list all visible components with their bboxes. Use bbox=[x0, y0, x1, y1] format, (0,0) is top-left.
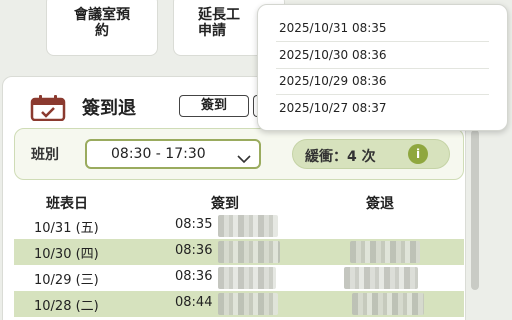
table-row[interactable]: 10/30 (四) 08:36 bbox=[14, 239, 464, 265]
scrollbar[interactable] bbox=[471, 130, 479, 290]
history-item[interactable]: 2025/10/29 08:36 bbox=[279, 74, 387, 88]
table-row[interactable]: 10/28 (二) 08:44 bbox=[14, 291, 464, 317]
divider bbox=[276, 94, 489, 95]
info-icon[interactable]: i bbox=[408, 144, 428, 164]
row-date: 10/31 (五) bbox=[34, 221, 99, 236]
column-header-checkout: 簽退 bbox=[366, 196, 394, 212]
shift-label: 班別 bbox=[31, 147, 59, 163]
shift-select[interactable]: 08:30 - 17:30 bbox=[85, 139, 261, 169]
redacted-checkout bbox=[352, 293, 424, 315]
buffer-badge: 緩衝：4 次 i bbox=[292, 139, 450, 169]
row-date: 10/29 (三) bbox=[34, 273, 99, 288]
section-title: 簽到退 bbox=[82, 98, 136, 119]
history-item[interactable]: 2025/10/31 08:35 bbox=[279, 21, 387, 35]
divider bbox=[276, 41, 489, 42]
checkin-history-dropdown: 2025/10/31 08:35 2025/10/30 08:36 2025/1… bbox=[257, 4, 508, 131]
row-checkin: 08:36 bbox=[175, 243, 213, 258]
column-header-date: 班表日 bbox=[46, 196, 88, 212]
redacted-checkin-seconds bbox=[218, 215, 278, 237]
buffer-label: 緩衝：4 次 bbox=[305, 149, 376, 165]
row-checkin: 08:36 bbox=[175, 269, 213, 284]
chevron-down-icon bbox=[237, 149, 251, 168]
row-date: 10/30 (四) bbox=[34, 247, 99, 262]
row-checkin: 08:35 bbox=[175, 217, 213, 232]
shift-select-value: 08:30 - 17:30 bbox=[111, 146, 206, 162]
redacted-checkin-seconds bbox=[218, 293, 278, 315]
row-date: 10/28 (二) bbox=[34, 299, 99, 314]
history-item[interactable]: 2025/10/30 08:36 bbox=[279, 48, 387, 62]
redacted-checkin-seconds bbox=[218, 267, 276, 289]
meeting-room-booking-tile[interactable]: 會議室預約 bbox=[46, 0, 158, 56]
redacted-checkin-seconds bbox=[218, 241, 280, 263]
table-row[interactable]: 10/29 (三) 08:36 bbox=[14, 265, 464, 291]
history-item[interactable]: 2025/10/27 08:37 bbox=[279, 101, 387, 115]
checkin-button[interactable]: 簽到 bbox=[179, 95, 249, 117]
column-header-checkin: 簽到 bbox=[211, 196, 239, 212]
row-checkin: 08:44 bbox=[175, 295, 213, 310]
meeting-room-booking-label: 會議室預約 bbox=[74, 7, 130, 39]
divider bbox=[276, 68, 489, 69]
redacted-checkout bbox=[344, 267, 418, 289]
table-row[interactable]: 10/31 (五) 08:35 bbox=[14, 213, 464, 239]
calendar-check-icon bbox=[30, 95, 66, 125]
redacted-checkout bbox=[350, 241, 420, 263]
